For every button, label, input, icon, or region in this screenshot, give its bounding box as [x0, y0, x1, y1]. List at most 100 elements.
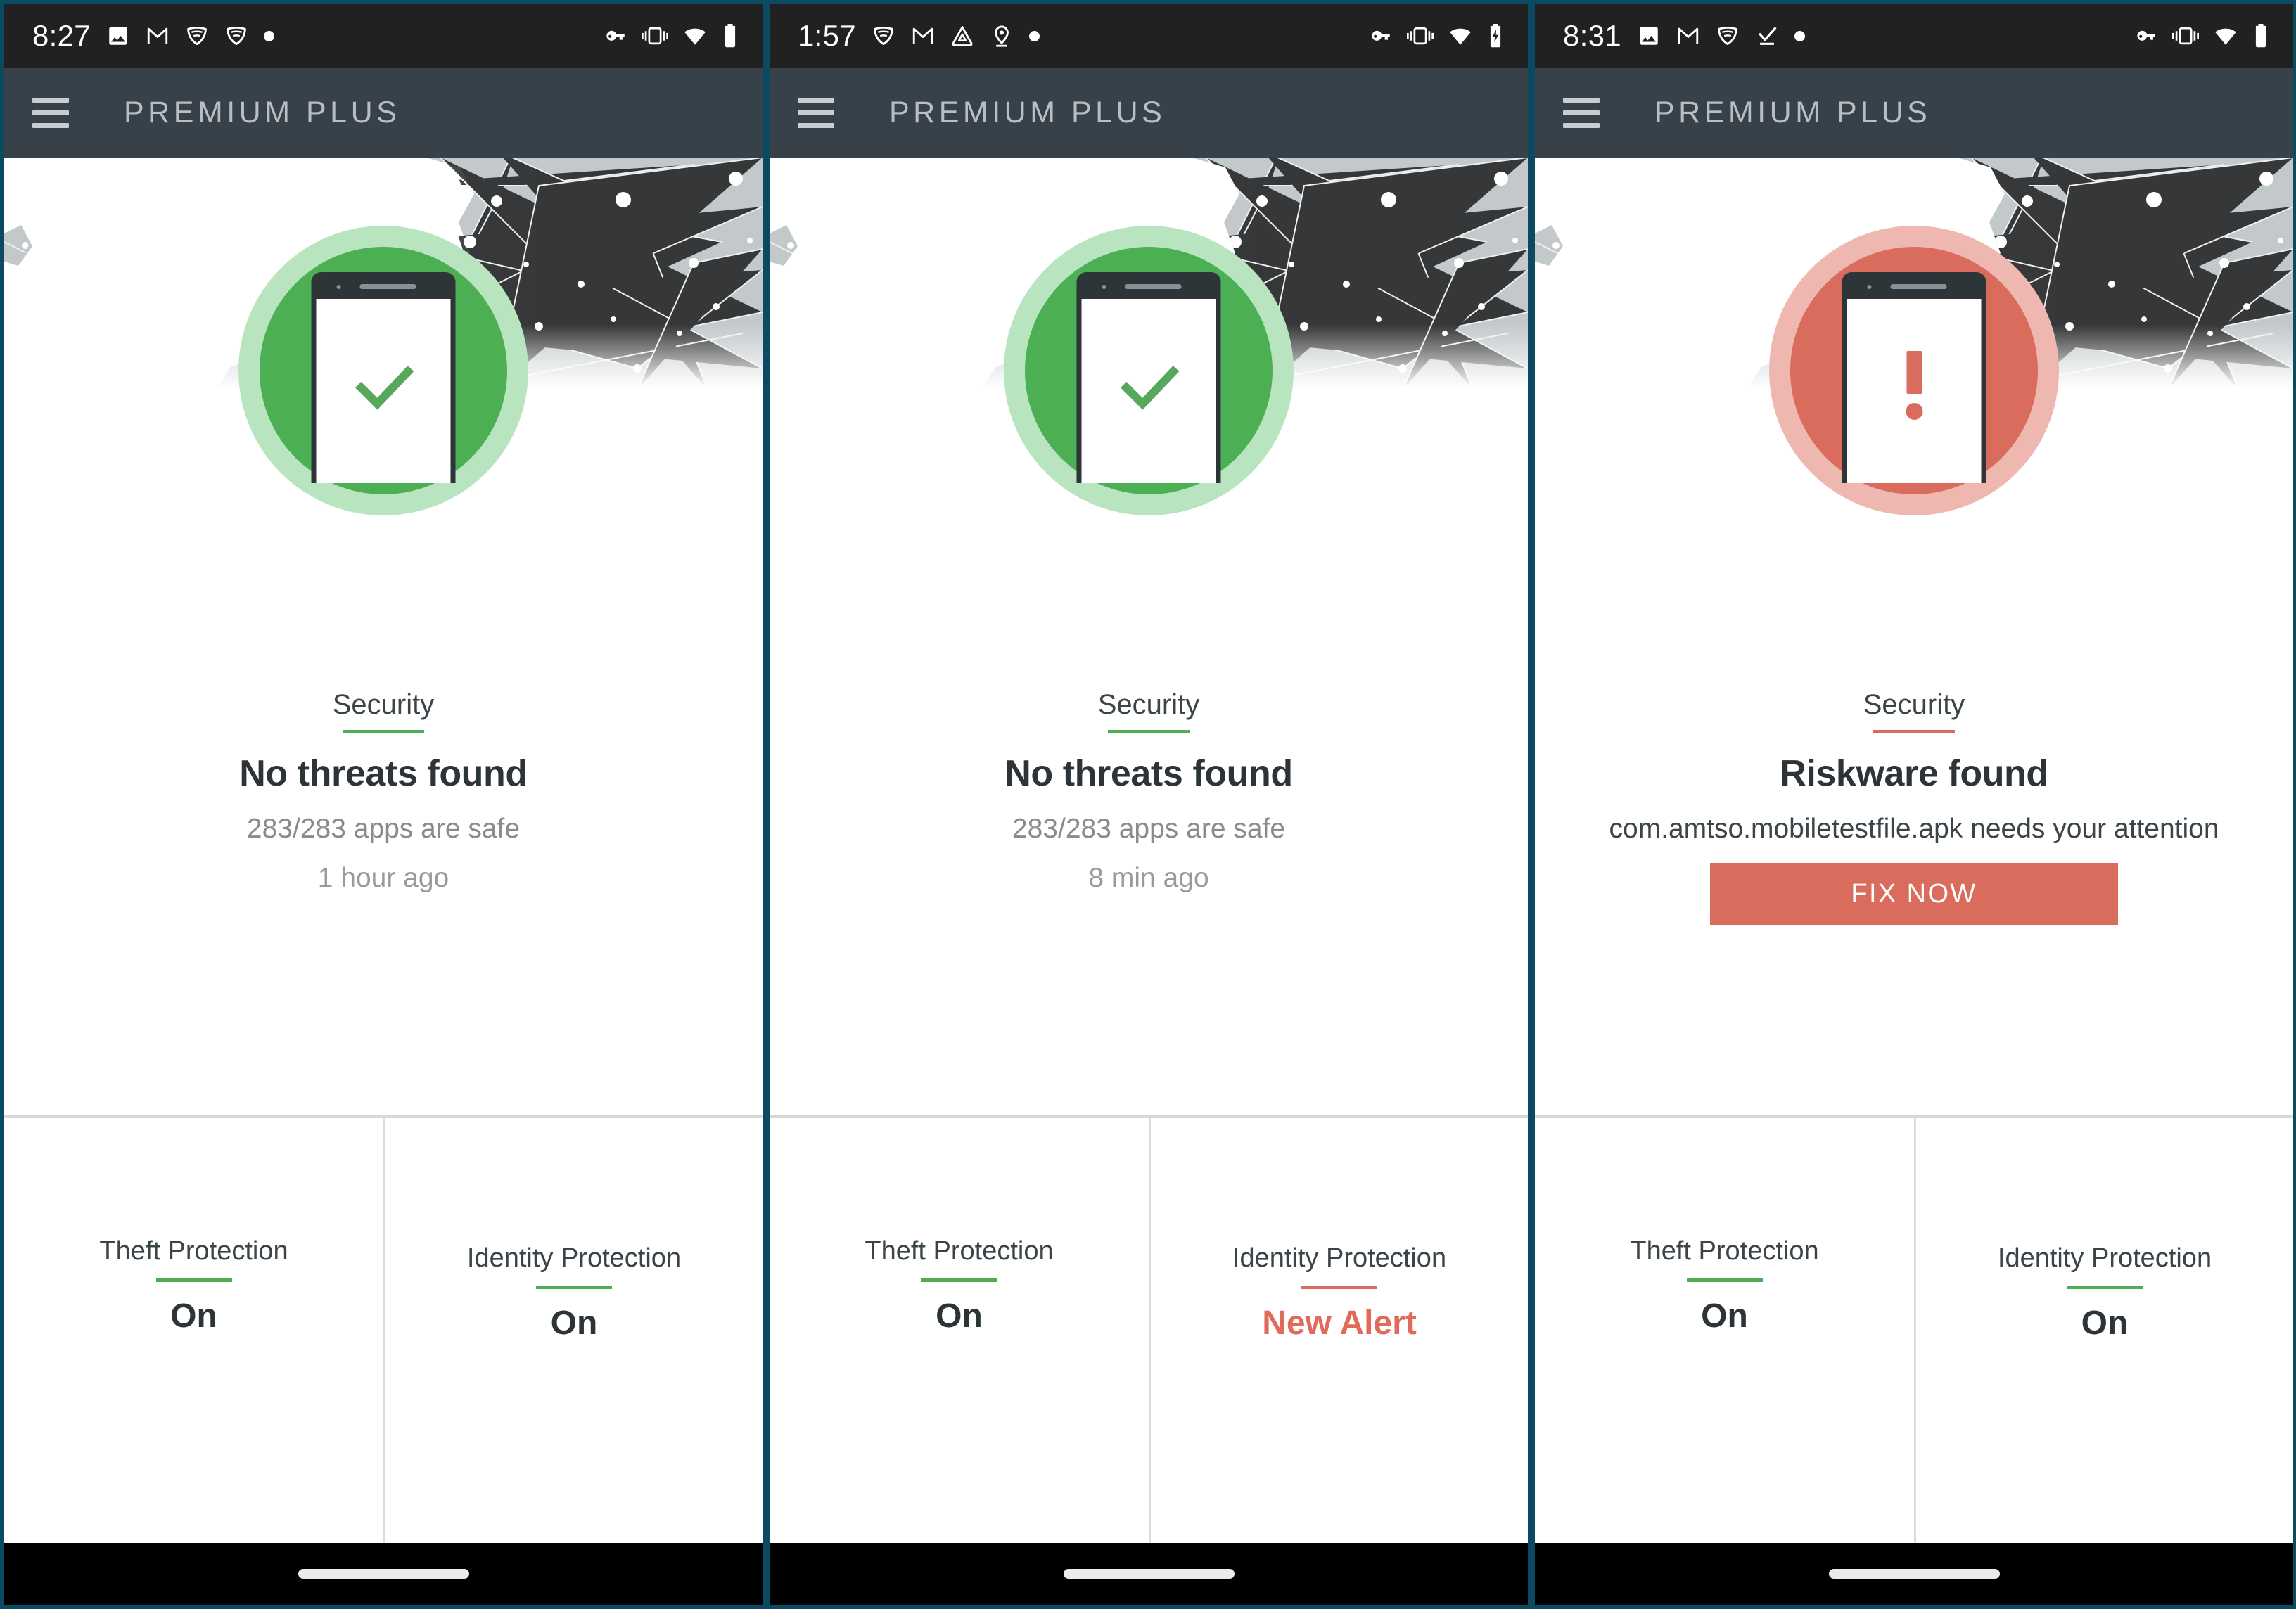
- security-section-label: Security: [1097, 689, 1200, 720]
- phone-illustration: [311, 272, 456, 483]
- app-bar: PREMIUM PLUS: [4, 68, 763, 158]
- download-done-icon: [1758, 27, 1777, 45]
- location-pin-icon: [995, 25, 1009, 47]
- card-theft-protection[interactable]: Theft Protection On: [770, 1118, 1149, 1543]
- feature-cards: Theft Protection On Identity Protection …: [770, 1115, 1528, 1543]
- gmail-icon: [912, 27, 933, 44]
- card-title: Theft Protection: [99, 1236, 288, 1266]
- card-status-value: On: [2081, 1304, 2129, 1342]
- exclamation-bar: [1906, 351, 1922, 394]
- home-indicator[interactable]: [1828, 1569, 2000, 1579]
- vpn-key-icon: [2137, 30, 2155, 41]
- shield-icon: [227, 26, 246, 46]
- phone-screen-2: 1:57 PREMIUM PLUS Security No threats fo…: [770, 4, 1528, 1605]
- security-accent-rule: [343, 730, 424, 733]
- status-bar-right: [604, 24, 739, 48]
- home-indicator[interactable]: [298, 1569, 469, 1579]
- security-accent-rule: [1873, 730, 1955, 733]
- phone-camera-dot: [1867, 285, 1872, 289]
- exclamation-dot: [1906, 403, 1922, 420]
- card-identity-protection[interactable]: Identity Protection On: [1914, 1118, 2293, 1543]
- wifi-icon: [684, 28, 706, 45]
- security-headline: Riskware found: [1780, 753, 2048, 794]
- app-bar: PREMIUM PLUS: [1535, 68, 2293, 158]
- check-icon: [1120, 365, 1179, 410]
- card-accent-rule: [2067, 1286, 2143, 1289]
- system-navigation-bar: [770, 1543, 1528, 1605]
- image-icon: [109, 27, 127, 45]
- security-accent-rule: [1108, 730, 1190, 733]
- phone-speaker-bar: [1125, 284, 1181, 289]
- battery-icon: [2255, 24, 2266, 48]
- card-status-value: On: [936, 1297, 983, 1335]
- card-accent-rule: [536, 1286, 612, 1289]
- card-status-value: On: [1701, 1297, 1748, 1335]
- card-status-value: On: [550, 1304, 598, 1342]
- exclamation-icon: [1906, 351, 1922, 420]
- status-clock: 8:31: [1563, 19, 1621, 52]
- app-bar: PREMIUM PLUS: [770, 68, 1528, 158]
- status-bar: 8:31: [1535, 4, 2293, 68]
- dot-icon: [1028, 30, 1040, 41]
- feature-cards: Theft Protection On Identity Protection …: [1535, 1115, 2293, 1543]
- dot-icon: [263, 30, 274, 41]
- card-theft-protection[interactable]: Theft Protection On: [1535, 1118, 1914, 1543]
- vibrate-icon: [642, 27, 668, 45]
- hamburger-menu-icon[interactable]: [1563, 97, 1600, 128]
- card-accent-rule: [155, 1278, 232, 1282]
- security-subtitle: 283/283 apps are safe: [1012, 814, 1286, 844]
- wifi-icon: [2215, 28, 2236, 45]
- hamburger-menu-icon[interactable]: [32, 97, 69, 128]
- security-subtitle: com.amtso.mobiletestfile.apk needs your …: [1609, 814, 2219, 844]
- card-accent-rule: [921, 1278, 997, 1282]
- card-accent-rule: [1686, 1278, 1763, 1282]
- screenshot-triptych: 8:27 PREMIUM PLUS Security No threats fo…: [0, 0, 2296, 1609]
- card-accent-rule: [1301, 1286, 1377, 1289]
- phone-screen-3: 8:31 PREMIUM PLUS Security Riskware foun…: [1535, 4, 2293, 1605]
- status-clock: 8:27: [32, 19, 91, 52]
- hamburger-menu-icon[interactable]: [798, 97, 834, 128]
- card-title: Identity Protection: [1997, 1243, 2212, 1273]
- phone-speaker-bar: [359, 284, 416, 289]
- battery-charging-icon: [1490, 24, 1501, 48]
- wifi-icon: [1450, 28, 1471, 45]
- security-headline: No threats found: [239, 753, 528, 794]
- security-summary[interactable]: Security Riskware found com.amtso.mobile…: [1535, 671, 2293, 1115]
- hero-illustration: [1535, 158, 2293, 671]
- status-bar: 8:27: [4, 4, 763, 68]
- security-summary[interactable]: Security No threats found 283/283 apps a…: [4, 671, 763, 1115]
- security-headline: No threats found: [1005, 753, 1293, 794]
- security-summary[interactable]: Security No threats found 283/283 apps a…: [770, 671, 1528, 1115]
- status-bar-right: [2134, 24, 2269, 48]
- phone-camera-dot: [1102, 285, 1106, 289]
- system-navigation-bar: [1535, 1543, 2293, 1605]
- phone-screen-face: [1081, 299, 1216, 483]
- card-title: Theft Protection: [1630, 1236, 1819, 1266]
- security-subtitle: 283/283 apps are safe: [246, 814, 521, 844]
- card-identity-protection[interactable]: Identity Protection On: [383, 1118, 763, 1543]
- battery-icon: [725, 24, 736, 48]
- phone-screen-1: 8:27 PREMIUM PLUS Security No threats fo…: [4, 4, 763, 1605]
- phone-camera-dot: [336, 285, 341, 289]
- gmail-icon: [147, 27, 168, 44]
- security-section-label: Security: [1863, 689, 1965, 720]
- security-section-label: Security: [332, 689, 435, 720]
- image-icon: [1640, 27, 1658, 45]
- vibrate-icon: [2172, 27, 2199, 45]
- app-title: PREMIUM PLUS: [1654, 95, 1932, 129]
- card-theft-protection[interactable]: Theft Protection On: [4, 1118, 383, 1543]
- vpn-key-icon: [606, 30, 625, 41]
- shield-icon: [1718, 26, 1737, 46]
- card-title: Identity Protection: [1232, 1243, 1447, 1273]
- fix-now-button[interactable]: FIX NOW: [1710, 863, 2118, 925]
- security-timestamp: 1 hour ago: [317, 863, 449, 893]
- check-icon: [355, 365, 414, 410]
- home-indicator[interactable]: [1063, 1569, 1235, 1579]
- vibrate-icon: [1407, 27, 1434, 45]
- card-identity-protection[interactable]: Identity Protection New Alert: [1149, 1118, 1528, 1543]
- dot-icon: [1794, 30, 1805, 41]
- card-title: Theft Protection: [865, 1236, 1054, 1266]
- app-title: PREMIUM PLUS: [124, 95, 401, 129]
- hero-illustration: [770, 158, 1528, 671]
- vpn-key-icon: [1372, 30, 1390, 41]
